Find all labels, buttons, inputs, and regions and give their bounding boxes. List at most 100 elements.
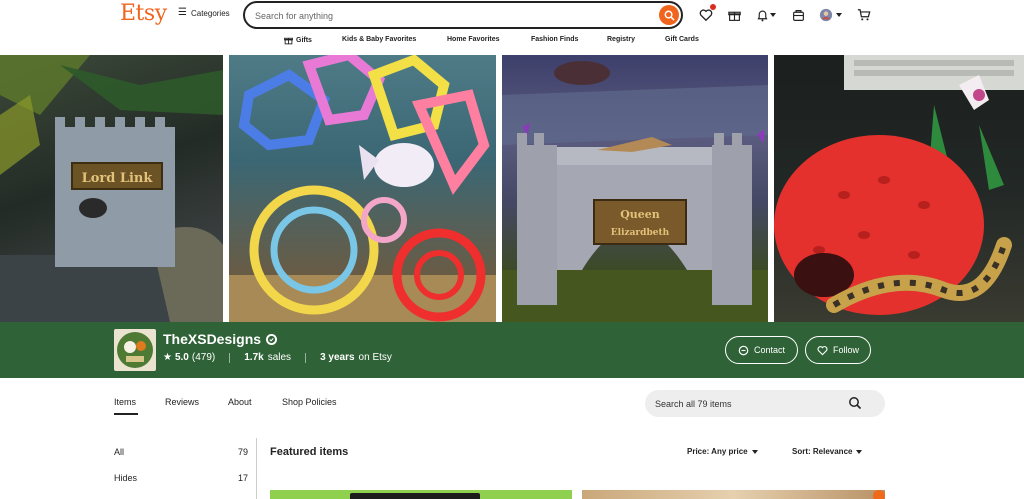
notifications-button[interactable] bbox=[754, 7, 770, 23]
bridge-sign-line-1: Queen bbox=[620, 208, 660, 221]
chevron-down-icon bbox=[835, 13, 842, 17]
search-icon bbox=[664, 10, 675, 21]
sidebar-item-hides[interactable]: Hides 17 bbox=[114, 473, 248, 483]
price-filter-dropdown[interactable]: Price: Any price bbox=[687, 447, 758, 456]
tab-reviews[interactable]: Reviews bbox=[165, 397, 199, 407]
contact-label: Contact bbox=[753, 345, 786, 355]
shop-avatar[interactable] bbox=[114, 329, 156, 371]
sidebar-item-count: 17 bbox=[237, 473, 248, 483]
shop-banner: Lord Link Queen Elizardbeth bbox=[0, 55, 1024, 322]
nav-item-gifts[interactable]: Gifts bbox=[284, 36, 312, 45]
follow-button[interactable]: Follow bbox=[805, 336, 871, 364]
tab-shop-policies[interactable]: Shop Policies bbox=[282, 397, 337, 407]
contact-button[interactable]: Contact bbox=[725, 336, 798, 364]
bridge-sign-line-2: Elizardbeth bbox=[611, 228, 670, 238]
listing-card-image[interactable] bbox=[582, 490, 885, 499]
nav-item-registry[interactable]: Registry bbox=[607, 36, 635, 43]
shop-name: TheXSDesigns bbox=[163, 331, 278, 347]
heart-icon bbox=[817, 345, 828, 355]
nav-item-label: Gifts bbox=[296, 37, 312, 44]
etsy-logo[interactable]: Etsy bbox=[120, 1, 167, 26]
notifications-dropdown[interactable] bbox=[769, 7, 777, 23]
nav-item-kids-baby[interactable]: Kids & Baby Favorites bbox=[342, 36, 416, 43]
nav-item-label: Gift Cards bbox=[665, 36, 699, 43]
registry-button[interactable] bbox=[790, 7, 806, 23]
active-tab-indicator bbox=[114, 413, 138, 415]
nav-item-label: Home Favorites bbox=[447, 36, 500, 43]
cart-icon bbox=[857, 9, 871, 21]
shop-review-count[interactable]: (479) bbox=[192, 352, 215, 363]
chevron-down-icon bbox=[770, 13, 776, 17]
sort-label: Sort: Relevance bbox=[792, 447, 853, 456]
bridge-hide-illustration: Queen Elizardbeth bbox=[502, 61, 768, 322]
menu-icon: ☰ bbox=[178, 7, 187, 18]
search-input[interactable] bbox=[255, 7, 645, 25]
notification-dot bbox=[710, 4, 716, 10]
registry-icon bbox=[792, 9, 804, 21]
tab-label: Shop Policies bbox=[282, 397, 337, 407]
categories-button[interactable]: ☰ Categories bbox=[178, 8, 230, 18]
sidebar-item-count: 79 bbox=[237, 447, 248, 457]
listing-image-detail bbox=[873, 490, 885, 499]
nav-item-gift-cards[interactable]: Gift Cards bbox=[665, 36, 699, 43]
shop-years-label: on Etsy bbox=[358, 352, 392, 363]
search-button[interactable] bbox=[659, 5, 679, 25]
gift-button[interactable] bbox=[726, 7, 742, 23]
nav-item-fashion[interactable]: Fashion Finds bbox=[531, 36, 578, 43]
banner-image-strawberry bbox=[774, 55, 1024, 322]
castle-hide-illustration: Lord Link bbox=[0, 55, 223, 322]
tab-label: Items bbox=[114, 397, 137, 407]
sidebar-item-label: All bbox=[114, 447, 125, 457]
tab-label: Reviews bbox=[165, 397, 200, 407]
nav-item-label: Fashion Finds bbox=[531, 36, 579, 43]
sidebar-item-all[interactable]: All 79 bbox=[114, 447, 248, 457]
chevron-down-icon bbox=[856, 449, 863, 454]
gift-icon bbox=[727, 11, 741, 21]
sort-dropdown[interactable]: Sort: Relevance bbox=[792, 447, 863, 456]
stat-divider bbox=[305, 352, 307, 363]
shop-logo-icon bbox=[117, 332, 153, 368]
category-nav: Gifts Kids & Baby Favorites Home Favorit… bbox=[0, 36, 1024, 48]
shop-name-text: TheXSDesigns bbox=[163, 331, 262, 347]
favorites-button[interactable] bbox=[698, 4, 716, 23]
banner-image-castle: Lord Link bbox=[0, 55, 223, 322]
tab-label: About bbox=[228, 397, 252, 407]
castle-sign-text: Lord Link bbox=[82, 171, 154, 186]
message-icon bbox=[738, 345, 749, 355]
featured-heading: Featured items bbox=[270, 446, 349, 458]
shop-info-bar: TheXSDesigns ★ 5.0 (479) 1.7k sales 3 ye… bbox=[0, 322, 1024, 378]
nav-item-home[interactable]: Home Favorites bbox=[447, 36, 500, 43]
listing-image-text-block bbox=[350, 493, 480, 499]
price-filter-label: Price: Any price bbox=[687, 447, 748, 456]
stat-divider bbox=[229, 352, 231, 363]
tab-about[interactable]: About bbox=[228, 397, 252, 407]
strawberry-hide-illustration bbox=[774, 55, 1024, 315]
shop-sales-value: 1.7k bbox=[244, 352, 264, 363]
cart-button[interactable] bbox=[856, 7, 872, 23]
shop-stats: ★ 5.0 (479) 1.7k sales 3 years on Etsy bbox=[163, 352, 392, 363]
banner-image-aquarium bbox=[229, 55, 496, 322]
shop-years-value: 3 years bbox=[320, 352, 355, 363]
search-bar bbox=[243, 1, 683, 29]
listing-card-image[interactable] bbox=[270, 490, 572, 499]
nav-item-label: Registry bbox=[607, 36, 636, 43]
banner-image-bridge: Queen Elizardbeth bbox=[502, 55, 768, 322]
shop-rating: 5.0 bbox=[174, 352, 189, 363]
follow-label: Follow bbox=[832, 345, 859, 355]
avatar-icon bbox=[819, 8, 832, 22]
sidebar-divider bbox=[256, 438, 257, 499]
shop-sales-label: sales bbox=[267, 352, 292, 363]
shop-search-bar bbox=[645, 390, 885, 417]
shop-search-input[interactable] bbox=[655, 396, 835, 411]
site-header: Etsy ☰ Categories bbox=[0, 0, 1024, 30]
heart-icon bbox=[699, 9, 713, 22]
chevron-down-icon bbox=[751, 449, 758, 454]
star-icon: ★ bbox=[163, 352, 172, 363]
account-button[interactable] bbox=[818, 7, 842, 23]
aquarium-toys-illustration bbox=[229, 55, 496, 322]
star-seller-badge-icon bbox=[266, 333, 278, 345]
tab-items[interactable]: Items bbox=[114, 397, 138, 415]
search-icon[interactable] bbox=[848, 396, 862, 410]
bell-icon bbox=[757, 10, 767, 21]
nav-item-label: Kids & Baby Favorites bbox=[342, 36, 417, 43]
